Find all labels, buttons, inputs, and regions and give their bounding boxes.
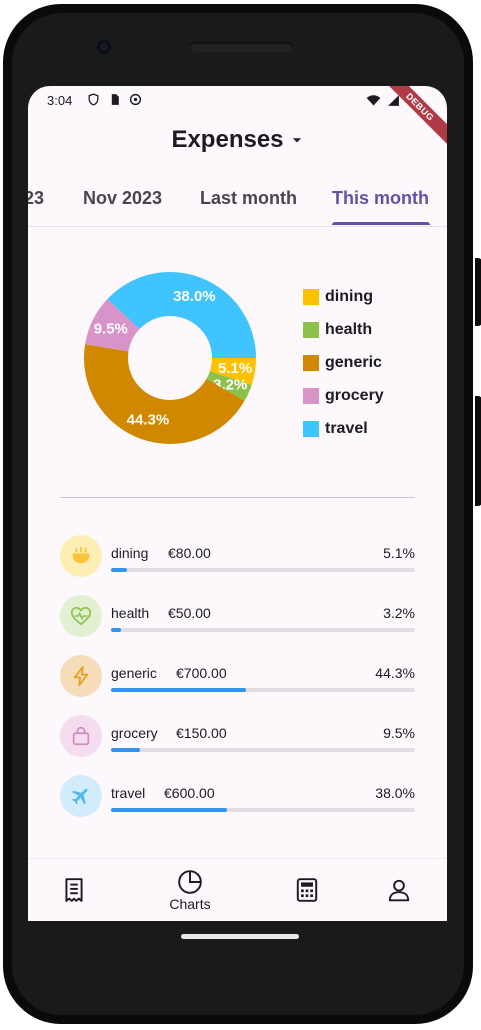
category-name: generic xyxy=(111,665,157,681)
category-name: dining xyxy=(111,545,149,561)
nav-charts[interactable]: Charts xyxy=(160,859,220,921)
legend-label-health: health xyxy=(325,320,373,338)
nav-label-charts: Charts xyxy=(169,895,211,912)
category-progress-fill xyxy=(111,688,246,692)
category-percent: 38.0% xyxy=(375,785,415,801)
front-camera xyxy=(97,40,111,54)
category-row-generic[interactable]: generic €700.00 44.3% xyxy=(60,655,415,715)
category-progress xyxy=(111,628,415,632)
airplane-icon xyxy=(71,788,88,805)
category-icon-badge xyxy=(60,655,102,697)
shopping-bag-icon xyxy=(72,726,90,746)
expenses-donut-chart: 5.1% 3.2% 44.3% 9.5% 38.0% xyxy=(83,272,256,444)
category-progress-fill xyxy=(111,628,121,632)
calculator-icon xyxy=(296,877,318,902)
category-row-travel[interactable]: travel €600.00 38.0% xyxy=(60,775,415,835)
category-amount: €700.00 xyxy=(176,665,227,681)
category-row-health[interactable]: health €50.00 3.2% xyxy=(60,595,415,655)
category-name: grocery xyxy=(111,725,158,741)
slice-label-grocery: 9.5% xyxy=(94,320,128,337)
volume-button xyxy=(475,396,481,506)
nav-profile[interactable] xyxy=(369,859,429,921)
category-amount: €600.00 xyxy=(164,785,215,801)
category-name: travel xyxy=(111,785,146,801)
legend-item-health: health xyxy=(303,313,384,346)
restaurant-icon xyxy=(72,546,90,564)
wifi-icon xyxy=(366,95,381,106)
status-time: 3:04 xyxy=(47,93,73,108)
section-divider xyxy=(60,497,415,498)
legend-label-travel: travel xyxy=(325,419,368,437)
category-row-grocery[interactable]: grocery €150.00 9.5% xyxy=(60,715,415,775)
period-tabs: 23 Nov 2023 Last month This month xyxy=(28,182,447,227)
bottom-navigation: Charts xyxy=(28,858,447,921)
legend-swatch-generic xyxy=(303,354,319,371)
legend-label-dining: dining xyxy=(325,287,373,305)
pie-chart-icon xyxy=(178,869,202,894)
legend-label-generic: generic xyxy=(325,353,382,371)
title-dropdown[interactable]: Expenses xyxy=(171,126,303,154)
category-list: dining €80.00 5.1% health €50.00 3.2% ge… xyxy=(60,535,415,835)
legend-swatch-travel xyxy=(303,420,319,437)
category-name: health xyxy=(111,605,150,621)
category-progress xyxy=(111,568,415,572)
category-amount: €150.00 xyxy=(176,725,227,741)
category-amount: €80.00 xyxy=(168,545,211,561)
legend-swatch-dining xyxy=(303,288,319,305)
category-progress xyxy=(111,748,415,752)
category-icon-badge xyxy=(60,715,102,757)
tab-last-month[interactable]: Last month xyxy=(200,188,297,209)
legend-swatch-grocery xyxy=(303,387,319,404)
category-progress-fill xyxy=(111,808,227,812)
category-progress xyxy=(111,688,415,692)
legend-item-grocery: grocery xyxy=(303,379,384,412)
category-icon-badge xyxy=(60,535,102,577)
status-bar: 3:04 DEBUG xyxy=(28,86,447,151)
category-percent: 9.5% xyxy=(383,725,415,741)
legend-label-grocery: grocery xyxy=(325,386,384,404)
lightning-icon xyxy=(73,665,89,687)
sim-card-icon xyxy=(111,94,119,105)
tab-this-month[interactable]: This month xyxy=(332,188,429,209)
tab-partial[interactable]: 23 xyxy=(28,188,44,209)
legend-item-dining: dining xyxy=(303,280,384,313)
person-icon xyxy=(388,879,410,901)
category-progress xyxy=(111,808,415,812)
category-icon-badge xyxy=(60,595,102,637)
home-indicator[interactable] xyxy=(181,934,299,939)
slice-label-dining: 5.1% xyxy=(218,360,252,377)
data-saver-icon xyxy=(129,93,142,106)
legend-item-generic: generic xyxy=(303,346,384,379)
legend-item-travel: travel xyxy=(303,412,384,445)
app-bar: Expenses xyxy=(28,126,447,154)
category-percent: 44.3% xyxy=(375,665,415,681)
nav-expenses[interactable] xyxy=(44,859,104,921)
legend-swatch-health xyxy=(303,321,319,338)
slice-label-generic: 44.3% xyxy=(127,412,170,429)
earpiece-speaker xyxy=(189,42,293,52)
category-row-dining[interactable]: dining €80.00 5.1% xyxy=(60,535,415,595)
caret-down-icon xyxy=(292,138,301,143)
category-progress-fill xyxy=(111,568,127,572)
category-icon-badge xyxy=(60,775,102,817)
power-button xyxy=(475,258,481,326)
slice-label-travel: 38.0% xyxy=(173,288,216,305)
tab-indicator xyxy=(332,222,430,225)
shield-icon xyxy=(88,93,99,106)
page-title: Expenses xyxy=(171,126,284,153)
chart-legend: dining health generic grocery travel xyxy=(303,280,384,445)
tab-nov-2023[interactable]: Nov 2023 xyxy=(83,188,162,209)
receipt-icon xyxy=(65,877,83,902)
category-percent: 5.1% xyxy=(383,545,415,561)
nav-calculator[interactable] xyxy=(277,859,337,921)
category-percent: 3.2% xyxy=(383,605,415,621)
category-amount: €50.00 xyxy=(168,605,211,621)
app-screen: 3:04 DEBUG Expenses 23 Nov 2023 Last mon… xyxy=(28,86,447,921)
heart-pulse-icon xyxy=(71,606,91,626)
category-progress-fill xyxy=(111,748,140,752)
